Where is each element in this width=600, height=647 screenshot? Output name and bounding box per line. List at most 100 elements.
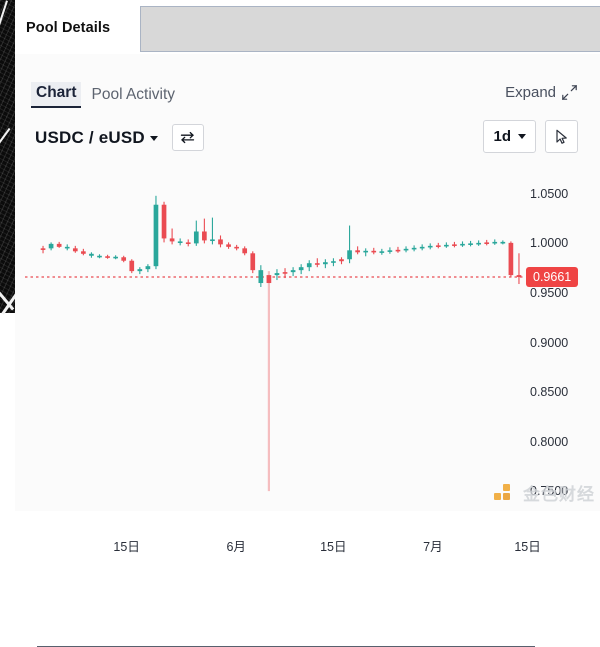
interval-label: 1d <box>493 128 511 145</box>
candle-body <box>388 250 393 252</box>
candle-body <box>105 256 110 258</box>
candle-body <box>129 261 134 271</box>
candle-body <box>355 250 360 252</box>
expand-diagonal-icon <box>561 84 578 101</box>
candle-body <box>371 251 376 253</box>
candle-body <box>178 241 183 243</box>
swap-pair-button[interactable] <box>172 124 204 151</box>
candle-body <box>509 243 514 275</box>
chevron-down-icon <box>150 136 158 141</box>
candle-body <box>154 205 159 266</box>
pair-selector[interactable]: USDC / eUSD <box>35 128 158 148</box>
y-axis-tick-label: 0.9000 <box>530 336 568 350</box>
tab-pool-activity-label: Pool Activity <box>91 86 175 103</box>
desktop-backdrop-left-strip <box>0 0 15 313</box>
chart-tabs: Chart Pool Activity <box>31 82 179 108</box>
watermark: 金色财经 <box>493 480 595 505</box>
pair-name-label: USDC / eUSD <box>35 128 145 147</box>
candle-body <box>428 246 433 248</box>
candle-body <box>500 242 505 244</box>
watermark-text: 金色财经 <box>523 480 595 505</box>
chevron-down-icon <box>518 134 526 139</box>
candle-body <box>452 244 457 246</box>
candle-body <box>307 263 312 267</box>
candle-body <box>65 247 70 249</box>
browser-tab-label: Pool Details <box>26 20 110 36</box>
candle-body <box>420 247 425 249</box>
candlestick-plot[interactable] <box>25 174 525 511</box>
x-axis-tick-label: 15日 <box>113 536 139 555</box>
candle-body <box>476 243 481 245</box>
candle-body <box>162 205 167 239</box>
y-axis: 1.05001.00000.95000.90000.85000.80000.75… <box>520 174 600 511</box>
browser-tab-empty-area[interactable] <box>140 6 600 52</box>
candle-body <box>492 242 497 244</box>
candle-body <box>121 257 126 260</box>
candle-body <box>41 248 46 250</box>
candle-body <box>250 253 255 270</box>
browser-tab-pool-details[interactable]: Pool Details <box>15 2 133 54</box>
tab-chart[interactable]: Chart <box>31 82 81 108</box>
candle-body <box>363 251 368 253</box>
swap-arrows-icon <box>179 130 196 145</box>
current-price-tag: 0.9661 <box>526 267 578 287</box>
x-axis-tick-label: 15日 <box>514 536 540 555</box>
candle-body <box>412 248 417 250</box>
candle-body <box>137 269 142 271</box>
interval-dropdown-button[interactable]: 1d <box>483 120 536 153</box>
app-content: Chart Pool Activity Expand <box>15 54 600 511</box>
candle-body <box>379 251 384 253</box>
candle-body <box>146 266 151 269</box>
candle-body <box>186 242 191 244</box>
candle-body <box>460 244 465 246</box>
candle-body <box>323 262 328 264</box>
tab-chart-label: Chart <box>36 84 76 101</box>
y-axis-tick-label: 0.9500 <box>530 286 568 300</box>
x-axis-tick-label: 15日 <box>320 536 346 555</box>
chart-tool-row: 1d <box>483 120 578 153</box>
x-axis-tick-label: 7月 <box>423 536 442 555</box>
candle-body <box>194 231 199 243</box>
candle-body <box>242 248 247 253</box>
candle-body <box>283 272 288 274</box>
price-chart[interactable]: 1.05001.00000.95000.90000.85000.80000.75… <box>15 174 600 511</box>
candle-body <box>81 251 86 253</box>
y-axis-tick-label: 0.8000 <box>530 435 568 449</box>
candle-body <box>339 259 344 261</box>
candle-body <box>226 244 231 246</box>
cursor-arrow-icon <box>554 129 569 145</box>
y-axis-tick-label: 1.0500 <box>530 187 568 201</box>
expand-label: Expand <box>505 84 556 101</box>
candle-body <box>57 244 62 247</box>
candle-body <box>291 270 296 272</box>
candle-body <box>444 245 449 247</box>
candle-body <box>331 261 336 263</box>
candle-body <box>210 239 215 241</box>
candle-body <box>89 254 94 256</box>
expand-button[interactable]: Expand <box>505 84 578 101</box>
candle-body <box>347 250 352 259</box>
candle-body <box>275 273 280 275</box>
candle-body <box>396 250 401 252</box>
candle-body <box>49 244 54 248</box>
candle-body <box>267 275 272 283</box>
candle-body <box>299 267 304 270</box>
candle-body <box>73 248 78 251</box>
y-axis-tick-label: 1.0000 <box>530 236 568 250</box>
pair-selector-row: USDC / eUSD <box>35 124 204 151</box>
y-axis-tick-label: 0.8500 <box>530 385 568 399</box>
candle-body <box>170 238 175 241</box>
candle-body <box>218 239 223 244</box>
x-axis-tick-label: 6月 <box>226 536 245 555</box>
candle-body <box>202 231 207 240</box>
candle-body <box>113 257 118 259</box>
candle-body <box>315 263 320 265</box>
candle-body <box>404 249 409 251</box>
candle-body <box>468 243 473 245</box>
cursor-tool-button[interactable] <box>545 120 578 153</box>
x-axis: 15日6月15日7月15日 <box>25 526 535 566</box>
candle-body <box>484 242 489 244</box>
app-window: Pool Details Chart Pool Activity Expand <box>15 0 600 511</box>
jinse-logo-icon <box>493 482 519 504</box>
tab-pool-activity[interactable]: Pool Activity <box>87 84 179 108</box>
